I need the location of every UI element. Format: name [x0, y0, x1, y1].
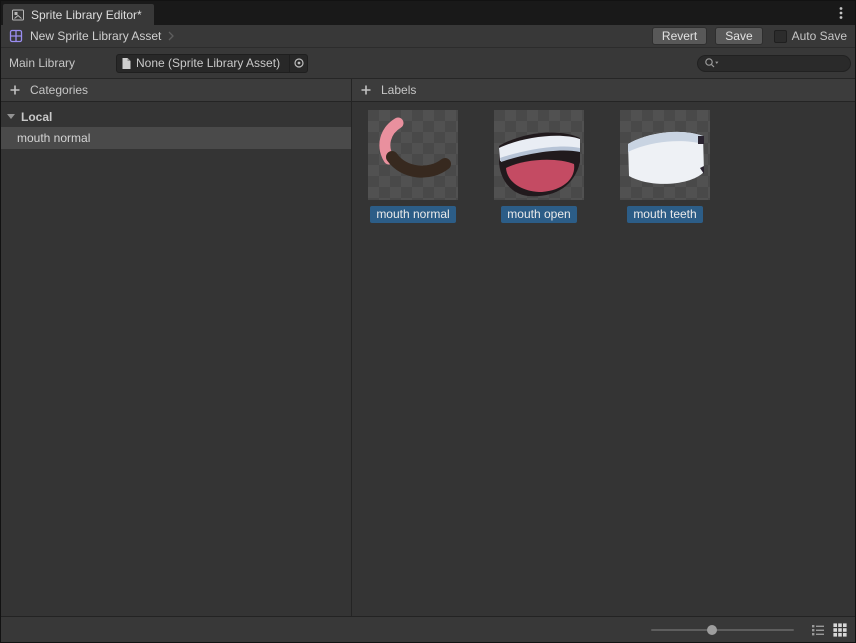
sprite-thumbnail-mouth-normal [368, 110, 458, 200]
tab-sprite-library-editor[interactable]: Sprite Library Editor* [3, 4, 154, 25]
tab-bar: Sprite Library Editor* [1, 1, 855, 25]
panels: Categories Local mouth normal Lab [1, 79, 855, 616]
labels-header: Labels [352, 79, 855, 102]
auto-save-label: Auto Save [792, 29, 847, 43]
sprite-library-icon [11, 8, 25, 22]
asset-doc-icon [121, 57, 132, 70]
revert-button[interactable]: Revert [652, 27, 707, 45]
main-library-label: Main Library [9, 56, 116, 70]
categories-list: Local mouth normal [1, 102, 351, 149]
local-foldout-label: Local [21, 110, 52, 124]
plus-icon [9, 84, 21, 96]
foldout-triangle-icon [7, 114, 15, 119]
label-card-mouth-normal[interactable]: mouth normal [368, 110, 458, 223]
add-category-button[interactable] [9, 84, 21, 96]
categories-panel: Categories Local mouth normal [1, 79, 352, 616]
search-icon [704, 57, 720, 69]
labels-grid: mouth normal mouth open [352, 102, 855, 223]
sprite-library-editor-window: Sprite Library Editor* New Sprite Librar… [0, 0, 856, 643]
toolbar-right: Revert Save Auto Save [644, 27, 847, 45]
label-chip: mouth normal [370, 206, 455, 223]
label-chip: mouth teeth [627, 206, 702, 223]
breadcrumb-label: New Sprite Library Asset [30, 29, 161, 43]
sprite-thumbnail-mouth-open [494, 110, 584, 200]
save-button[interactable]: Save [715, 27, 762, 45]
grid-view-icon [832, 622, 848, 638]
plus-icon [360, 84, 372, 96]
breadcrumb[interactable]: New Sprite Library Asset [9, 29, 174, 43]
zoom-slider-thumb[interactable] [707, 625, 717, 635]
tab-title: Sprite Library Editor* [31, 8, 142, 22]
object-picker-icon [293, 57, 305, 69]
toolbar: New Sprite Library Asset Revert Save Aut… [1, 25, 855, 48]
footer-bar [1, 616, 855, 642]
categories-header: Categories [1, 79, 351, 102]
add-label-button[interactable] [360, 84, 372, 96]
label-chip: mouth open [501, 206, 576, 223]
grid-view-button[interactable] [832, 622, 848, 638]
main-library-row: Main Library None (Sprite Library Asset) [1, 48, 855, 79]
object-picker-button[interactable] [289, 55, 307, 72]
list-view-icon [810, 622, 826, 638]
chevron-right-icon [168, 31, 174, 41]
label-card-mouth-teeth[interactable]: mouth teeth [620, 110, 710, 223]
list-view-button[interactable] [810, 622, 826, 638]
labels-panel: Labels mouth normal [352, 79, 855, 616]
main-library-object-field[interactable]: None (Sprite Library Asset) [116, 54, 308, 73]
zoom-slider-track [651, 629, 794, 631]
labels-title: Labels [381, 83, 416, 97]
kebab-menu-icon [839, 6, 843, 20]
label-card-mouth-open[interactable]: mouth open [494, 110, 584, 223]
view-mode-buttons [810, 622, 848, 638]
auto-save-checkbox[interactable] [774, 30, 787, 43]
category-item-mouth-normal[interactable]: mouth normal [1, 127, 351, 149]
sprite-thumbnail-mouth-teeth [620, 110, 710, 200]
sprite-library-asset-icon [9, 29, 23, 43]
zoom-slider[interactable] [651, 624, 794, 636]
object-field-value: None (Sprite Library Asset) [136, 56, 285, 70]
window-menu-button[interactable] [833, 5, 849, 21]
search-field[interactable] [697, 55, 851, 72]
category-item-label: mouth normal [17, 131, 90, 145]
search-input[interactable] [722, 57, 850, 70]
categories-title: Categories [30, 83, 88, 97]
local-foldout[interactable]: Local [1, 106, 351, 127]
